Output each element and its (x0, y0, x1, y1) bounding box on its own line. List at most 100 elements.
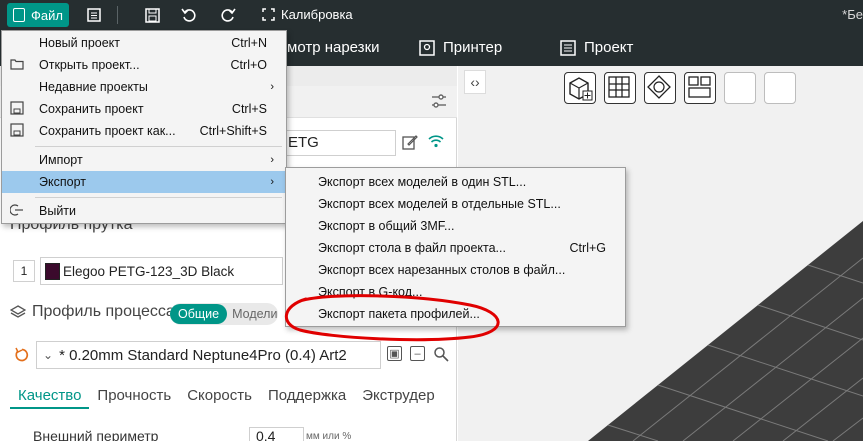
menu-item-shortcut: Ctrl+G (569, 241, 606, 255)
menu-item-export-preset-bundle[interactable]: Экспорт пакета профилей... (286, 303, 625, 325)
settings-tabs: Качество Прочность Скорость Поддержка Эк… (10, 384, 443, 409)
file-menu-label: Файл (31, 7, 63, 23)
tab-support[interactable]: Поддержка (260, 384, 354, 409)
menu-item-new-project[interactable]: Новый проект Ctrl+N (2, 32, 286, 54)
filament-preset-name: Elegoo PETG-123_3D Black (63, 263, 235, 279)
compare-preset-icon[interactable]: – (410, 346, 425, 361)
save-icon (10, 101, 24, 116)
title-bar: Файл Калибровка *Бе (0, 0, 863, 30)
save-preset-icon[interactable]: ▣ (387, 346, 402, 361)
menu-item-import[interactable]: Импорт › (2, 149, 286, 171)
menu-item-export-separate-stl[interactable]: Экспорт всех моделей в отдельные STL... (286, 193, 625, 215)
tab-strength[interactable]: Прочность (89, 384, 179, 409)
process-section-label: Профиль процесса (32, 303, 175, 320)
menu-item-save-project-as[interactable]: Сохранить проект как... Ctrl+Shift+S (2, 120, 286, 142)
layers-icon (10, 305, 26, 318)
menu-item-label: Открыть проект... (39, 58, 140, 72)
search-icon[interactable] (433, 346, 449, 365)
tab-preview[interactable]: мотр нарезки (287, 39, 380, 56)
calibration-label: Калибровка (281, 7, 353, 22)
toggle-global[interactable]: Общие (170, 304, 228, 324)
arrange-grid-icon[interactable] (604, 72, 636, 104)
tab-extruder[interactable]: Экструдер (354, 384, 443, 409)
tab-printer[interactable]: Принтер (419, 39, 502, 56)
filament-color-swatch[interactable] (45, 262, 60, 280)
split-objects-icon[interactable] (724, 72, 756, 104)
file-icon (13, 8, 25, 22)
menu-item-export[interactable]: Экспорт › (2, 171, 286, 193)
chevron-right-icon: › (270, 154, 274, 166)
menu-item-label: Экспорт стола в файл проекта... (318, 241, 506, 255)
file-menu: Новый проект Ctrl+N Открыть проект... Ct… (1, 30, 287, 224)
redo-icon[interactable] (219, 6, 237, 24)
printer-preset-value: ETG (288, 134, 319, 151)
split-parts-icon[interactable] (764, 72, 796, 104)
menu-item-label: Выйти (39, 204, 77, 218)
menu-separator (35, 197, 282, 198)
menu-item-label: Экспорт пакета профилей... (318, 307, 480, 321)
menu-item-shortcut: Ctrl+S (231, 102, 267, 116)
project-icon (560, 39, 576, 56)
menu-item-label: Новый проект (39, 36, 121, 50)
outer-perimeter-label: Внешний периметр (33, 428, 159, 441)
process-preset-name: * 0.20mm Standard Neptune4Pro (0.4) Art2 (59, 346, 347, 364)
menu-item-shortcut: Ctrl+O (230, 58, 267, 72)
undo-icon[interactable] (180, 6, 198, 24)
edit-icon[interactable] (402, 134, 418, 153)
menu-item-export-all-stl[interactable]: Экспорт всех моделей в один STL... (286, 171, 625, 193)
menu-item-label: Экспорт в G-код... (318, 285, 423, 299)
tab-quality[interactable]: Качество (10, 384, 90, 409)
menu-item-exit[interactable]: Выйти (2, 200, 286, 222)
exit-icon (9, 203, 24, 218)
filament-preset-select[interactable]: Elegoo PETG-123_3D Black (40, 257, 283, 285)
save-as-icon (10, 123, 24, 138)
menu-item-label: Экспорт всех моделей в отдельные STL... (318, 197, 561, 211)
preset-actions: ▣ – (387, 346, 449, 365)
plate-layout-icon[interactable] (684, 72, 716, 104)
printer-preset-field[interactable]: ETG (283, 130, 396, 156)
tab-project[interactable]: Проект (560, 39, 633, 56)
menu-separator (35, 146, 282, 147)
view-toolbar (564, 72, 796, 104)
tab-project-label: Проект (584, 39, 634, 56)
settings-sliders-icon[interactable] (430, 92, 448, 110)
outer-perimeter-input[interactable]: 0.4 (249, 427, 304, 441)
menu-item-label: Экспорт (39, 175, 86, 189)
process-mode-toggle[interactable]: Общие Модели (170, 303, 278, 325)
export-submenu: Экспорт всех моделей в один STL... Экспо… (285, 167, 626, 327)
menu-item-open-project[interactable]: Открыть проект... Ctrl+O (2, 54, 286, 76)
menu-item-export-plate-project[interactable]: Экспорт стола в файл проекта... Ctrl+G (286, 237, 625, 259)
outer-perimeter-unit: мм или % (306, 431, 352, 441)
filament-index: 1 (13, 260, 35, 282)
menu-item-shortcut: Ctrl+N (231, 36, 267, 50)
calibration-button[interactable]: Калибровка (262, 7, 353, 22)
file-menu-button[interactable]: Файл (7, 3, 69, 27)
menu-item-label: Экспорт в общий 3MF... (318, 219, 455, 233)
toggle-objects[interactable]: Модели (227, 304, 282, 324)
collapse-panel-toggle[interactable]: ‹› (464, 70, 486, 94)
menu-item-label: Экспорт всех моделей в один STL... (318, 175, 527, 189)
printer-icon (419, 39, 435, 56)
reset-icon[interactable] (14, 347, 30, 363)
menu-item-export-gcode[interactable]: Экспорт в G-код... (286, 281, 625, 303)
menu-item-export-3mf[interactable]: Экспорт в общий 3MF... (286, 215, 625, 237)
save-icon[interactable] (143, 6, 161, 24)
chevron-down-icon: ⌄ (43, 348, 54, 362)
menu-item-label: Недавние проекты (39, 80, 148, 94)
tab-printer-label: Принтер (443, 39, 503, 56)
folder-icon (10, 57, 24, 72)
wifi-icon[interactable] (427, 132, 445, 155)
toolbar-divider (117, 6, 118, 24)
menu-item-save-project[interactable]: Сохранить проект Ctrl+S (2, 98, 286, 120)
tab-speed[interactable]: Скорость (179, 384, 260, 409)
hamburger-icon[interactable] (85, 6, 103, 24)
tab-preview-label: мотр нарезки (287, 39, 380, 56)
chevron-right-icon: › (270, 176, 274, 188)
menu-item-export-sliced-plates[interactable]: Экспорт всех нарезанных столов в файл... (286, 259, 625, 281)
process-preset-select[interactable]: ⌄ * 0.20mm Standard Neptune4Pro (0.4) Ar… (36, 341, 381, 369)
chevron-right-icon: › (270, 81, 274, 93)
add-cube-icon[interactable] (564, 72, 596, 104)
menu-item-recent-projects[interactable]: Недавние проекты › (2, 76, 286, 98)
orient-icon[interactable] (644, 72, 676, 104)
process-section-header: Профиль процесса (10, 303, 175, 321)
